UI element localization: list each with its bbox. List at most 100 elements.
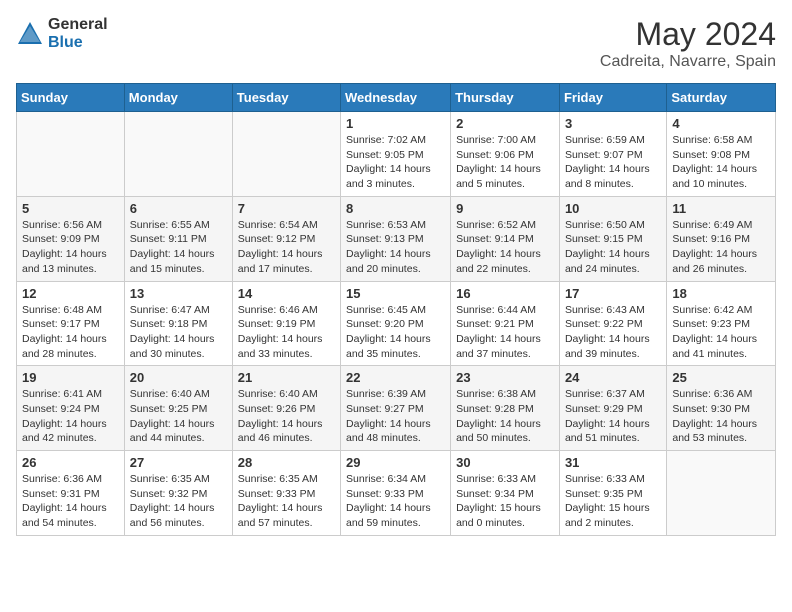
day-number: 21 xyxy=(238,370,335,385)
calendar-cell: 8Sunrise: 6:53 AM Sunset: 9:13 PM Daylig… xyxy=(341,196,451,281)
calendar-cell: 31 Sunrise: 6:33 AM Sunset: 9:35 PM Dayli… xyxy=(559,451,666,536)
day-number: 9 xyxy=(456,201,554,216)
day-info: Sunrise: 6:41 AM Sunset: 9:24 PM Dayligh… xyxy=(22,387,119,446)
calendar-cell: 20 Sunrise: 6:40 AM Sunset: 9:25 PM Dayli… xyxy=(124,366,232,451)
day-info: Sunrise: 6:54 AM Sunset: 9:12 PM Dayligh… xyxy=(238,218,335,277)
calendar-cell: 7 Sunrise: 6:54 AM Sunset: 9:12 PM Daylig… xyxy=(232,196,340,281)
calendar-cell: 18 Sunrise: 6:42 AM Sunset: 9:23 PM Dayli… xyxy=(667,281,776,366)
calendar-table: Sunday Monday Tuesday Wednesday Thursday… xyxy=(16,83,776,536)
day-number: 27 xyxy=(130,455,227,470)
day-number: 1 xyxy=(346,116,445,131)
day-number: 4 xyxy=(672,116,770,131)
day-info: Sunrise: 6:49 AM Sunset: 9:16 PM Dayligh… xyxy=(672,218,770,277)
calendar-cell: 23 Sunrise: 6:38 AM Sunset: 9:28 PM Dayli… xyxy=(451,366,560,451)
calendar-cell: 4 Sunrise: 6:58 AM Sunset: 9:08 PM Daylig… xyxy=(667,112,776,197)
day-number: 29 xyxy=(346,455,445,470)
day-number: 30 xyxy=(456,455,554,470)
day-number: 19 xyxy=(22,370,119,385)
day-info: Sunrise: 6:36 AM Sunset: 9:30 PM Dayligh… xyxy=(672,387,770,446)
calendar-cell: 16Sunrise: 6:44 AM Sunset: 9:21 PM Dayli… xyxy=(451,281,560,366)
day-info: Sunrise: 6:58 AM Sunset: 9:08 PM Dayligh… xyxy=(672,133,770,192)
day-info: Sunrise: 6:36 AM Sunset: 9:31 PM Dayligh… xyxy=(22,472,119,531)
month-year-title: May 2024 xyxy=(600,16,776,53)
col-thursday: Thursday xyxy=(451,84,560,112)
day-info: Sunrise: 6:33 AM Sunset: 9:35 PM Dayligh… xyxy=(565,472,661,531)
day-number: 15 xyxy=(346,286,445,301)
col-saturday: Saturday xyxy=(667,84,776,112)
col-wednesday: Wednesday xyxy=(341,84,451,112)
title-block: May 2024 Cadreita, Navarre, Spain xyxy=(600,16,776,71)
calendar-cell: 30 Sunrise: 6:33 AM Sunset: 9:34 PM Dayli… xyxy=(451,451,560,536)
day-number: 11 xyxy=(672,201,770,216)
day-info: Sunrise: 6:55 AM Sunset: 9:11 PM Dayligh… xyxy=(130,218,227,277)
day-number: 26 xyxy=(22,455,119,470)
day-number: 8 xyxy=(346,201,445,216)
day-number: 31 xyxy=(565,455,661,470)
day-info: Sunrise: 6:47 AM Sunset: 9:18 PM Dayligh… xyxy=(130,303,227,362)
logo: General Blue xyxy=(16,16,108,51)
calendar-cell xyxy=(124,112,232,197)
calendar-cell: 22 Sunrise: 6:39 AM Sunset: 9:27 PM Dayli… xyxy=(341,366,451,451)
day-number: 18 xyxy=(672,286,770,301)
location-subtitle: Cadreita, Navarre, Spain xyxy=(600,53,776,71)
page-header: General Blue May 2024 Cadreita, Navarre,… xyxy=(16,16,776,71)
day-info: Sunrise: 6:45 AM Sunset: 9:20 PM Dayligh… xyxy=(346,303,445,362)
day-number: 13 xyxy=(130,286,227,301)
calendar-week-row: 26 Sunrise: 6:36 AM Sunset: 9:31 PM Dayli… xyxy=(17,451,776,536)
day-info: Sunrise: 6:35 AM Sunset: 9:32 PM Dayligh… xyxy=(130,472,227,531)
col-tuesday: Tuesday xyxy=(232,84,340,112)
day-info: Sunrise: 7:00 AM Sunset: 9:06 PM Dayligh… xyxy=(456,133,554,192)
day-info: Sunrise: 6:40 AM Sunset: 9:25 PM Dayligh… xyxy=(130,387,227,446)
day-info: Sunrise: 6:40 AM Sunset: 9:26 PM Dayligh… xyxy=(238,387,335,446)
calendar-cell: 21 Sunrise: 6:40 AM Sunset: 9:26 PM Dayli… xyxy=(232,366,340,451)
logo-text-blue: Blue xyxy=(48,34,108,52)
day-info: Sunrise: 6:59 AM Sunset: 9:07 PM Dayligh… xyxy=(565,133,661,192)
calendar-cell: 9Sunrise: 6:52 AM Sunset: 9:14 PM Daylig… xyxy=(451,196,560,281)
day-number: 28 xyxy=(238,455,335,470)
day-info: Sunrise: 6:50 AM Sunset: 9:15 PM Dayligh… xyxy=(565,218,661,277)
day-info: Sunrise: 6:35 AM Sunset: 9:33 PM Dayligh… xyxy=(238,472,335,531)
day-number: 10 xyxy=(565,201,661,216)
col-sunday: Sunday xyxy=(17,84,125,112)
day-info: Sunrise: 6:44 AM Sunset: 9:21 PM Dayligh… xyxy=(456,303,554,362)
calendar-cell: 13 Sunrise: 6:47 AM Sunset: 9:18 PM Dayli… xyxy=(124,281,232,366)
calendar-cell xyxy=(667,451,776,536)
calendar-cell: 2 Sunrise: 7:00 AM Sunset: 9:06 PM Daylig… xyxy=(451,112,560,197)
day-info: Sunrise: 6:34 AM Sunset: 9:33 PM Dayligh… xyxy=(346,472,445,531)
day-number: 25 xyxy=(672,370,770,385)
logo-text-general: General xyxy=(48,16,108,34)
day-number: 23 xyxy=(456,370,554,385)
calendar-week-row: 5 Sunrise: 6:56 AM Sunset: 9:09 PM Daylig… xyxy=(17,196,776,281)
day-info: Sunrise: 6:43 AM Sunset: 9:22 PM Dayligh… xyxy=(565,303,661,362)
day-number: 12 xyxy=(22,286,119,301)
day-info: Sunrise: 6:56 AM Sunset: 9:09 PM Dayligh… xyxy=(22,218,119,277)
day-number: 5 xyxy=(22,201,119,216)
calendar-cell: 27 Sunrise: 6:35 AM Sunset: 9:32 PM Dayli… xyxy=(124,451,232,536)
calendar-cell: 25 Sunrise: 6:36 AM Sunset: 9:30 PM Dayli… xyxy=(667,366,776,451)
day-number: 6 xyxy=(130,201,227,216)
calendar-cell: 14Sunrise: 6:46 AM Sunset: 9:19 PM Dayli… xyxy=(232,281,340,366)
day-number: 7 xyxy=(238,201,335,216)
day-number: 20 xyxy=(130,370,227,385)
calendar-cell: 29 Sunrise: 6:34 AM Sunset: 9:33 PM Dayli… xyxy=(341,451,451,536)
day-number: 2 xyxy=(456,116,554,131)
calendar-cell: 3Sunrise: 6:59 AM Sunset: 9:07 PM Daylig… xyxy=(559,112,666,197)
day-info: Sunrise: 6:38 AM Sunset: 9:28 PM Dayligh… xyxy=(456,387,554,446)
day-number: 22 xyxy=(346,370,445,385)
calendar-week-row: 1Sunrise: 7:02 AM Sunset: 9:05 PM Daylig… xyxy=(17,112,776,197)
calendar-cell: 24Sunrise: 6:37 AM Sunset: 9:29 PM Dayli… xyxy=(559,366,666,451)
day-info: Sunrise: 6:39 AM Sunset: 9:27 PM Dayligh… xyxy=(346,387,445,446)
day-info: Sunrise: 6:37 AM Sunset: 9:29 PM Dayligh… xyxy=(565,387,661,446)
calendar-cell: 17 Sunrise: 6:43 AM Sunset: 9:22 PM Dayli… xyxy=(559,281,666,366)
day-info: Sunrise: 6:48 AM Sunset: 9:17 PM Dayligh… xyxy=(22,303,119,362)
calendar-header-row: Sunday Monday Tuesday Wednesday Thursday… xyxy=(17,84,776,112)
calendar-cell: 26 Sunrise: 6:36 AM Sunset: 9:31 PM Dayli… xyxy=(17,451,125,536)
calendar-cell xyxy=(17,112,125,197)
calendar-week-row: 12 Sunrise: 6:48 AM Sunset: 9:17 PM Dayli… xyxy=(17,281,776,366)
calendar-cell: 12 Sunrise: 6:48 AM Sunset: 9:17 PM Dayli… xyxy=(17,281,125,366)
day-info: Sunrise: 6:33 AM Sunset: 9:34 PM Dayligh… xyxy=(456,472,554,531)
day-info: Sunrise: 6:42 AM Sunset: 9:23 PM Dayligh… xyxy=(672,303,770,362)
calendar-cell xyxy=(232,112,340,197)
calendar-cell: 6 Sunrise: 6:55 AM Sunset: 9:11 PM Daylig… xyxy=(124,196,232,281)
day-number: 17 xyxy=(565,286,661,301)
